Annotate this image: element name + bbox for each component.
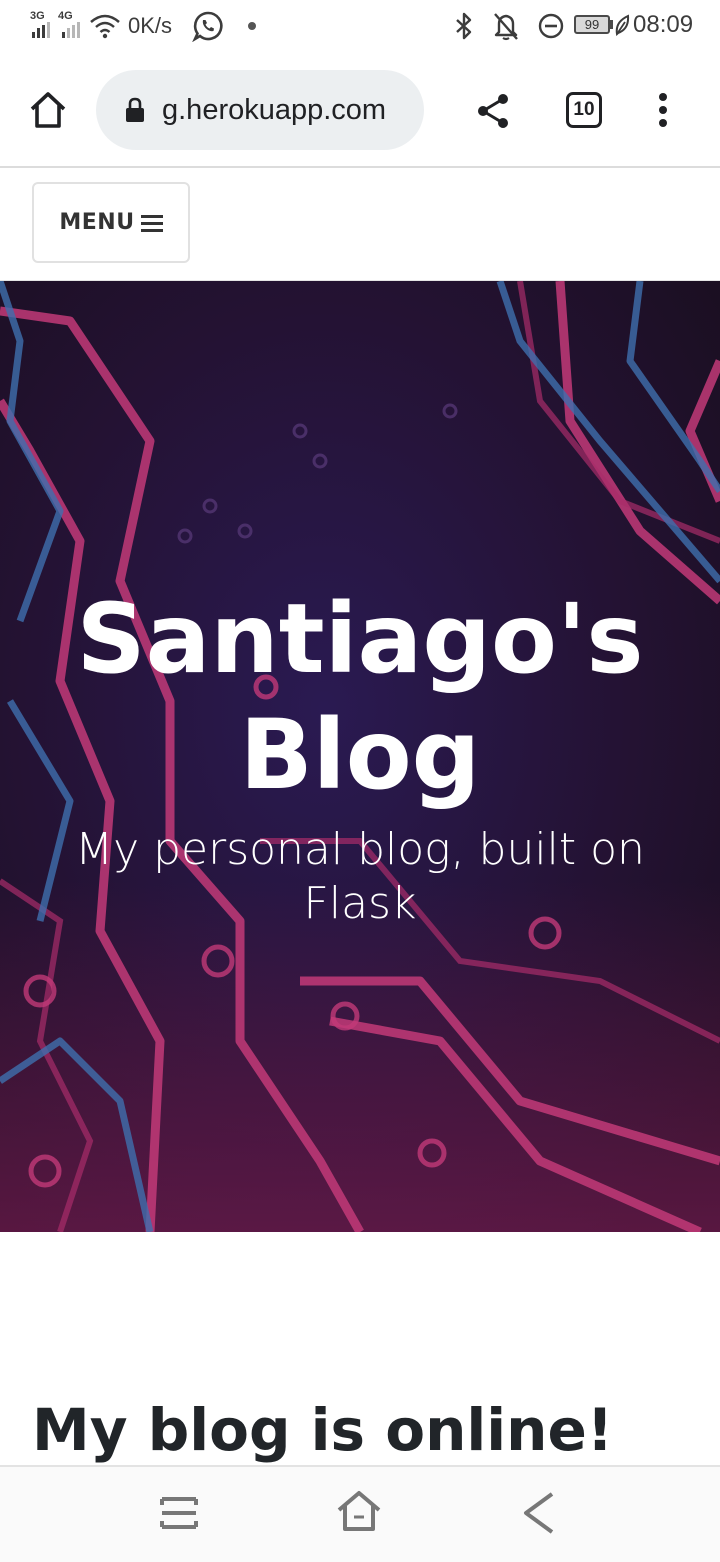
system-navigation-bar: [0, 1465, 720, 1562]
lock-icon: [126, 97, 144, 122]
network-type-3g: 3G: [30, 10, 45, 22]
home-icon[interactable]: [28, 90, 68, 130]
signal-icon-2: [62, 22, 80, 38]
bluetooth-icon: [456, 12, 472, 40]
hero-subtitle: My personal blog, built on Flask: [75, 824, 645, 929]
clock: 08:09: [633, 11, 694, 38]
battery-icon: 99: [574, 15, 610, 34]
network-speed: 0K/s: [128, 13, 173, 38]
leaf-icon: [615, 14, 630, 36]
browser-toolbar: g.herokuapp.com 10: [0, 52, 720, 166]
back-icon[interactable]: [520, 1491, 558, 1535]
recent-apps-icon[interactable]: [158, 1493, 200, 1533]
android-home-icon[interactable]: [336, 1489, 382, 1533]
battery-tip: [610, 20, 613, 29]
more-vert-icon[interactable]: [654, 92, 672, 132]
menu-label: MENU: [59, 210, 135, 235]
post-title-link[interactable]: My blog is online!: [32, 1394, 712, 1466]
notification-dot: [248, 22, 256, 30]
site-navbar: MENU: [0, 168, 720, 281]
url-text: g.herokuapp.com: [162, 94, 387, 126]
signal-icon: [32, 22, 50, 38]
hero-header: Santiago's Blog My personal blog, built …: [0, 281, 720, 1232]
whatsapp-icon: [192, 11, 223, 42]
tab-count-icon[interactable]: 10: [566, 92, 602, 128]
wifi-icon: [90, 14, 120, 39]
menu-button[interactable]: MENU: [32, 182, 190, 263]
network-type-4g: 4G: [58, 10, 73, 22]
url-bar[interactable]: g.herokuapp.com: [96, 70, 424, 150]
bell-off-icon: [494, 13, 518, 41]
hamburger-icon: [140, 214, 163, 232]
do-not-disturb-icon: [538, 13, 564, 39]
share-icon[interactable]: [474, 92, 512, 130]
hero-title: Santiago's Blog: [76, 583, 644, 811]
status-bar: 3G 4G 0K/s 99 08:09: [0, 0, 720, 52]
